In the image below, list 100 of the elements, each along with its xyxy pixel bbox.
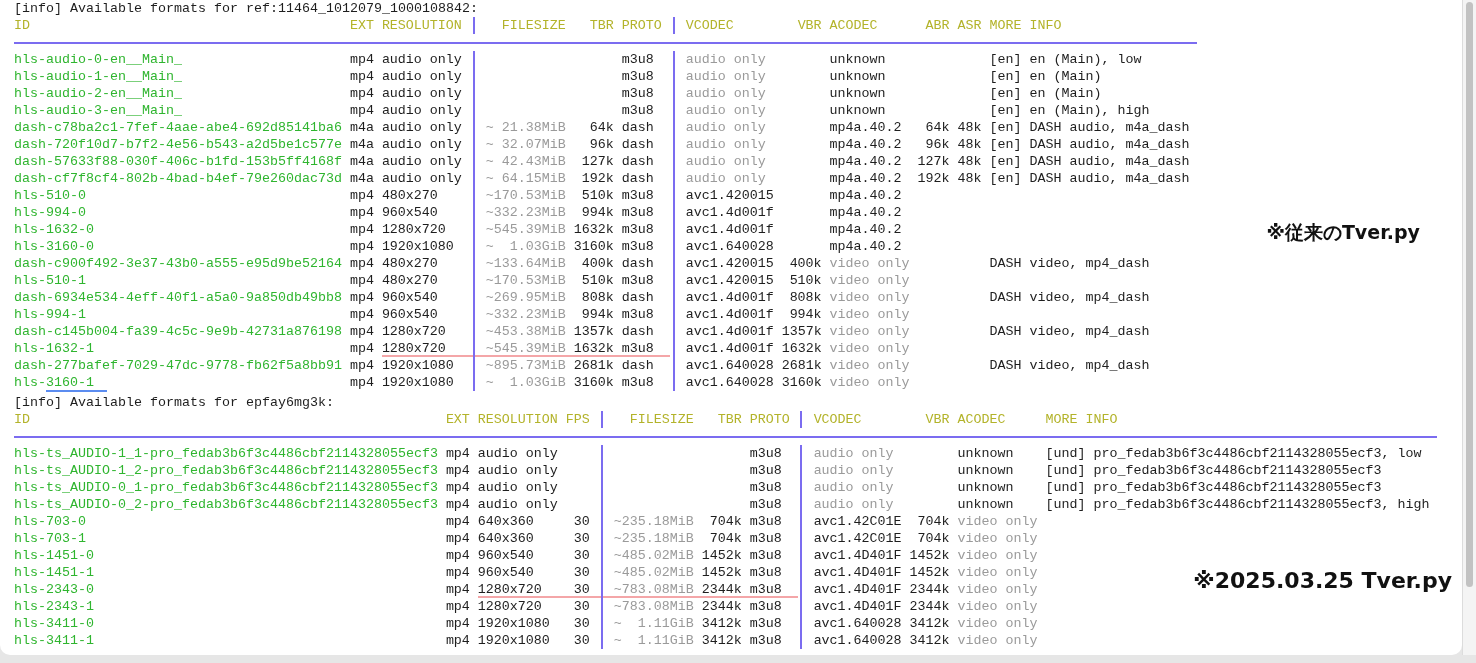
table-cell-text: 64k — [924, 119, 950, 136]
column-header: ID — [14, 411, 31, 428]
table-cell: avc1.4d001f — [685, 204, 774, 221]
table-cell: ~170.53MiB — [485, 187, 566, 204]
column-header: EXT — [445, 411, 470, 428]
table-cell-text: m3u8 — [749, 564, 783, 581]
table-cell-text: [und] pro_fedab3b6f3c4486cbf2114328055ecf3, low — [1045, 445, 1423, 462]
table-cell: mp4 — [349, 357, 374, 374]
table-cell-text: 1920x1080 — [381, 374, 455, 391]
table-cell: video only — [957, 632, 1038, 649]
table-cell: mp4 — [349, 68, 374, 85]
table-cell: ~ 32.07MiB — [485, 136, 566, 153]
scrollbar-thumb[interactable] — [1466, 2, 1473, 587]
table-cell: avc1.4d001f — [685, 289, 774, 306]
table-cell-text: m3u8 — [621, 51, 655, 68]
table-cell: video only — [829, 323, 910, 340]
table-cell: 1357k — [573, 323, 614, 340]
table-cell-text: mp4a.40.2 — [829, 119, 903, 136]
table-cell-text: unknown — [829, 85, 887, 102]
table-cell: mp4 — [349, 374, 374, 391]
table-cell-text: m3u8 — [749, 496, 783, 513]
table-cell-text: 704k — [708, 513, 742, 530]
table-cell: 3412k — [909, 632, 950, 649]
table-cell: 3412k — [701, 615, 742, 632]
table-cell-text: audio only — [685, 51, 767, 68]
table-cell: ~ 1.11GiB — [613, 615, 694, 632]
table-cell: 192k — [917, 170, 950, 187]
format-id: dash-6934e534-4eff-40f1-a5a0-9a850db49bb8 — [14, 289, 342, 306]
format-id: hls-2343-1 — [14, 598, 95, 615]
table-cell: ~ 64.15MiB — [485, 170, 566, 187]
table-cell: video only — [829, 374, 910, 391]
table-cell: avc1.42C01E — [813, 530, 902, 547]
column-header: TBR — [588, 17, 614, 34]
table-cell-text: [en] en (Main), low — [989, 51, 1143, 68]
table-cell-text: 64k — [588, 119, 614, 136]
table-cell-text: 960x540 — [477, 547, 535, 564]
table-cell: audio only — [477, 445, 558, 462]
scrollbar-track[interactable] — [1462, 0, 1476, 655]
table-cell: audio only — [381, 68, 462, 85]
table-cell-text: unknown — [957, 445, 1015, 462]
format-id: hls-3160-1 — [14, 374, 95, 391]
table-cell: 48k — [957, 153, 982, 170]
table-cell-text: 1920x1080 — [381, 238, 455, 255]
format-id: hls-3411-0 — [14, 615, 95, 632]
table-cell: audio only — [381, 119, 462, 136]
table-cell: mp4 — [445, 581, 470, 598]
table-cell-text: 704k — [708, 530, 742, 547]
table-cell: mp4 — [349, 51, 374, 68]
column-header: PROTO — [621, 17, 662, 34]
table-cell-text: m3u8 — [749, 581, 783, 598]
table-cell: [und] pro_fedab3b6f3c4486cbf2114328055ecf3, high — [1045, 496, 1430, 513]
table-cell: avc1.420015 — [685, 187, 774, 204]
table-cell: mp4 — [445, 462, 470, 479]
table-cell: mp4 — [349, 221, 374, 238]
table-cell-text: audio only — [685, 153, 767, 170]
table-cell: 3412k — [701, 632, 742, 649]
column-header: TBR — [716, 411, 742, 428]
table-cell: avc1.420015 — [685, 272, 774, 289]
format-id: hls-1451-0 — [14, 547, 95, 564]
format-id: hls-ts_AUDIO-1_1-pro_fedab3b6f3c4486cbf2114328055ecf3 — [14, 445, 438, 462]
column-header: EXT — [349, 17, 374, 34]
table-cell-text: m3u8 — [621, 306, 655, 323]
table-cell: 3412k — [909, 615, 950, 632]
table-cell: m4a — [349, 153, 374, 170]
table-cell: 2344k — [909, 598, 950, 615]
column-header: FPS — [565, 411, 590, 428]
table-cell-text: unknown — [829, 68, 887, 85]
table-cell: ~ 1.03GiB — [485, 374, 566, 391]
table-cell: 2344k — [701, 598, 742, 615]
column-header: VBR — [924, 411, 950, 428]
column-header: ASR — [957, 17, 982, 34]
table-cell: ~332.23MiB — [485, 306, 566, 323]
format-id: hls-audio-0-en__Main_ — [14, 51, 183, 68]
column-header: MORE INFO — [1045, 411, 1119, 428]
table-cell: avc1.42C01E — [813, 513, 902, 530]
table-cell-text: dash — [621, 119, 655, 136]
table-cell-text: dash — [621, 136, 655, 153]
format-id: dash-c78ba2c1-7fef-4aae-abe4-692d85141ba6 — [14, 119, 342, 136]
table-cell-text: unknown — [957, 479, 1015, 496]
table-cell: 1452k — [909, 547, 950, 564]
table-cell-text: 808k — [788, 289, 822, 306]
table-cell-text: 30 — [572, 632, 590, 649]
table-cell-text: 704k — [916, 513, 950, 530]
table-cell: 48k — [957, 119, 982, 136]
table-cell: 2681k — [573, 357, 614, 374]
format-id: hls-1632-0 — [14, 221, 95, 238]
table-cell-text: 1920x1080 — [477, 615, 551, 632]
table-cell-text: [und] pro_fedab3b6f3c4486cbf2114328055ecf3 — [1045, 479, 1383, 496]
column-header: RESOLUTION — [381, 17, 462, 34]
table-cell: ~235.18MiB — [613, 530, 694, 547]
table-cell-text: m3u8 — [749, 445, 783, 462]
table-cell-text: [en] en (Main) — [989, 85, 1103, 102]
table-cell-text: audio only — [685, 85, 767, 102]
table-cell: avc1.640028 — [685, 238, 774, 255]
column-header: VBR — [796, 17, 822, 34]
table-cell: audio only — [477, 479, 558, 496]
table-cell: [en] DASH audio, m4a_dash — [989, 153, 1190, 170]
table-cell: ~783.08MiB — [613, 581, 694, 598]
table-cell-text: 30 — [572, 513, 590, 530]
format-id: hls-994-0 — [14, 204, 87, 221]
